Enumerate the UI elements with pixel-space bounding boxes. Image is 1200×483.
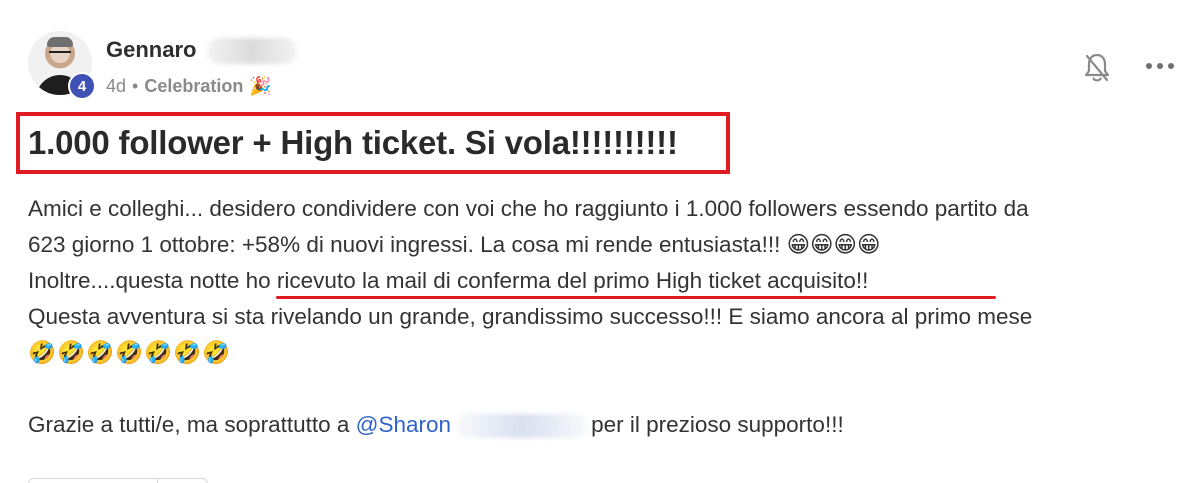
- author-name[interactable]: Gennaro: [106, 37, 196, 63]
- body-line: Questa avventura si sta rivelando un gra…: [28, 304, 1033, 329]
- thanks-suffix: per il prezioso supporto!!!: [591, 412, 844, 437]
- mention-link[interactable]: @Sharon: [356, 412, 451, 437]
- post-time: 4d: [106, 76, 127, 96]
- thanks-text: Grazie a tutti/e, ma soprattutto a: [28, 412, 356, 437]
- post-meta: 4d • Celebration 🎉: [106, 76, 272, 97]
- body-line: 623 giorno 1 ottobre: +58% di nuovi ingr…: [28, 232, 881, 257]
- avatar-hair: [47, 37, 73, 47]
- more-horizontal-icon[interactable]: [1144, 56, 1176, 76]
- body-line: Inoltre....questa notte ho ricevuto la m…: [28, 263, 1188, 299]
- level-badge: 4: [68, 72, 96, 100]
- bell-off-icon[interactable]: [1082, 52, 1112, 84]
- highlighted-text: ho ricevuto la mail di conferma del prim…: [245, 268, 869, 293]
- body-line: Amici e colleghi... desidero condividere…: [28, 196, 1029, 221]
- reaction-bar[interactable]: [28, 478, 208, 483]
- highlight-underline: [276, 296, 996, 299]
- post-title: 1.000 follower + High ticket. Si vola!!!…: [28, 124, 678, 161]
- post-card: 4 Gennaro 4d • Celebration 🎉 1.000 follo…: [0, 0, 1200, 483]
- category-emoji: 🎉: [249, 76, 272, 96]
- body-line-thanks: Grazie a tutti/e, ma soprattutto a @Shar…: [28, 407, 1188, 443]
- post-category[interactable]: Celebration: [144, 76, 243, 97]
- body-emoji-line: 🤣🤣🤣🤣🤣🤣🤣: [28, 340, 232, 365]
- post-body: Amici e colleghi... desidero condividere…: [28, 191, 1188, 443]
- body-text: Inoltre....questa notte: [28, 268, 246, 293]
- meta-separator: •: [132, 76, 139, 96]
- avatar-glasses: [49, 51, 71, 58]
- mention-surname-redacted: [457, 414, 588, 439]
- author-surname-redacted: [207, 38, 297, 64]
